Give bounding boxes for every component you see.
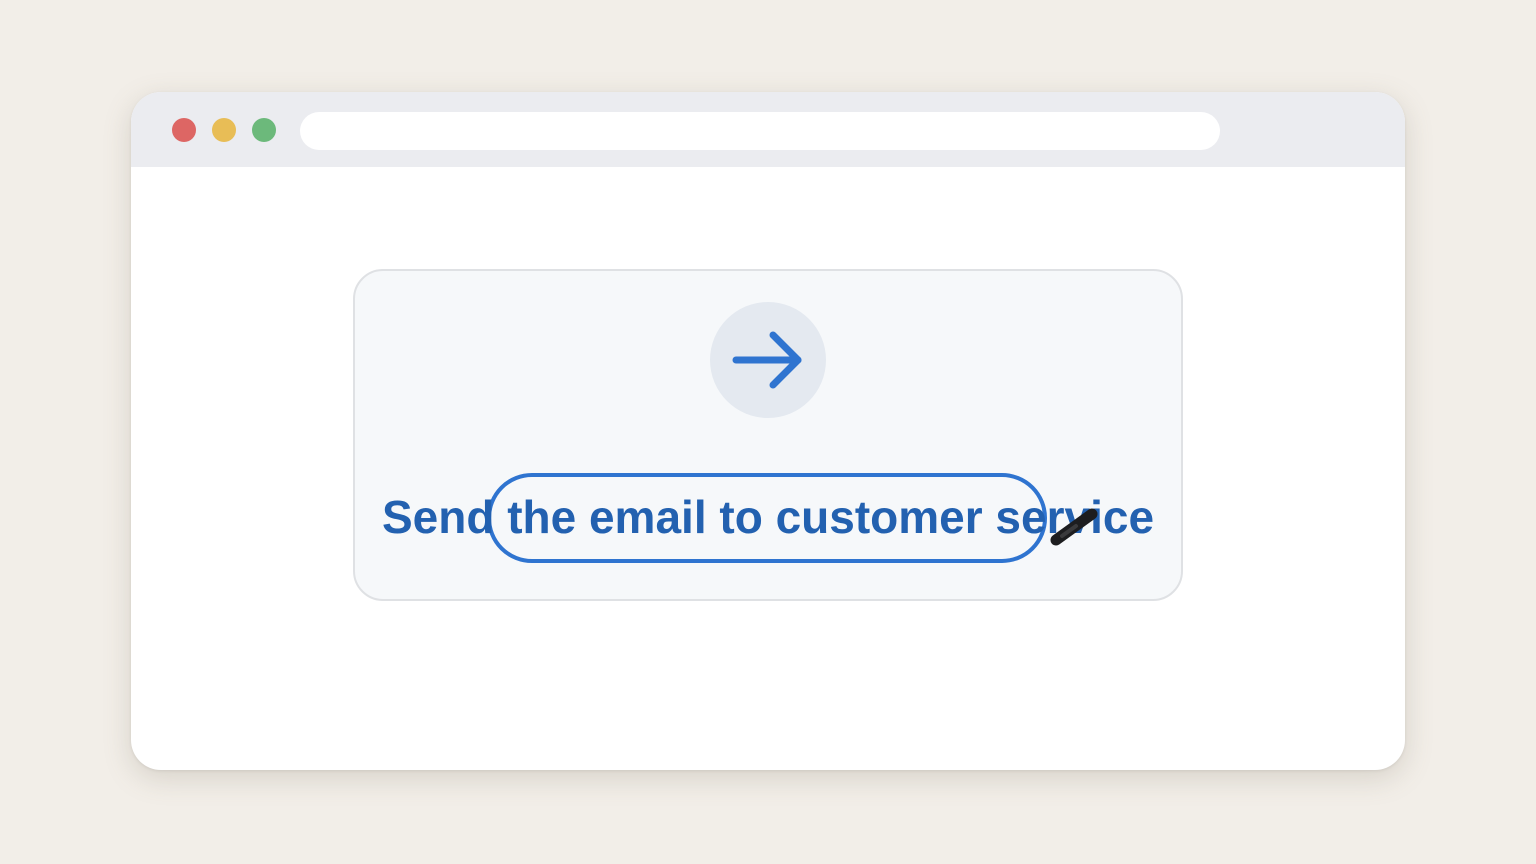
arrow-right-icon — [732, 331, 802, 389]
instruction-card: Send the email to customer service — [353, 269, 1183, 601]
browser-titlebar — [131, 92, 1405, 167]
address-bar[interactable] — [300, 112, 1220, 150]
close-window-button[interactable] — [172, 118, 196, 142]
pen-icon — [1050, 508, 1098, 546]
maximize-window-button[interactable] — [252, 118, 276, 142]
icon-badge — [710, 302, 826, 418]
minimize-window-button[interactable] — [212, 118, 236, 142]
browser-window: Send the email to customer service — [131, 92, 1405, 770]
